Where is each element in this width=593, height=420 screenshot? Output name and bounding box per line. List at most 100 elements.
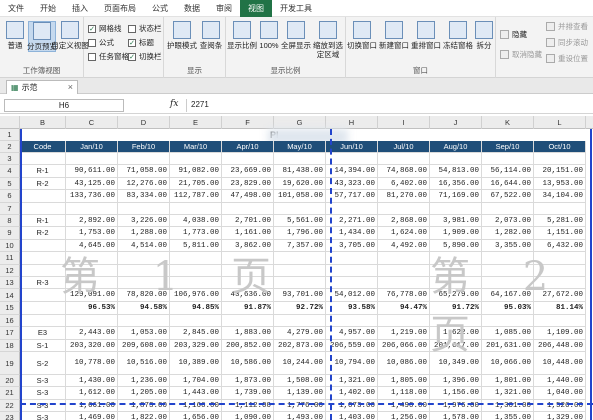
- table-cell[interactable]: 1,661.00: [66, 399, 118, 413]
- table-cell[interactable]: 92.72%: [274, 302, 326, 315]
- reading-bar-button[interactable]: 查阅条: [198, 21, 224, 50]
- table-cell[interactable]: 201,631.00: [482, 339, 534, 352]
- table-cell[interactable]: [430, 314, 482, 328]
- table-cell[interactable]: 1,622.00: [430, 327, 482, 340]
- sync-scroll-button[interactable]: 同步滚动: [546, 37, 588, 48]
- column-header[interactable]: B: [20, 116, 66, 129]
- table-cell[interactable]: 4,038.00: [170, 215, 222, 228]
- table-cell[interactable]: 43,323.00: [326, 177, 378, 191]
- table-cell[interactable]: R-1: [20, 165, 66, 178]
- column-header[interactable]: F: [222, 116, 274, 129]
- row-header[interactable]: 20: [0, 375, 20, 388]
- column-header[interactable]: J: [430, 116, 482, 129]
- table-cell[interactable]: R-3: [20, 277, 66, 290]
- table-cell[interactable]: 3,355.00: [482, 239, 534, 253]
- table-cell[interactable]: [430, 202, 482, 215]
- table-cell[interactable]: 34,104.00: [534, 190, 586, 203]
- formula-input[interactable]: 2271: [186, 99, 590, 112]
- table-cell[interactable]: 91.72%: [430, 302, 482, 315]
- table-cell[interactable]: S-3: [20, 375, 66, 388]
- table-cell[interactable]: 112,787.00: [170, 190, 222, 203]
- table-cell[interactable]: 16,356.00: [430, 177, 482, 191]
- table-cell[interactable]: 202,873.00: [274, 339, 326, 352]
- table-cell[interactable]: 1,403.00: [326, 412, 378, 420]
- doc-tab[interactable]: ▦ 示范 ×: [6, 80, 78, 94]
- row-header[interactable]: 21: [0, 387, 20, 400]
- reset-position-button[interactable]: 重设位置: [546, 53, 588, 64]
- table-cell[interactable]: [170, 277, 222, 290]
- table-cell[interactable]: 1,166.00: [170, 399, 222, 413]
- table-cell[interactable]: 1,883.00: [222, 327, 274, 340]
- unhide-button[interactable]: 取消隐藏: [500, 49, 542, 60]
- table-cell[interactable]: 1,976.00: [430, 399, 482, 413]
- statusbar-checkbox[interactable]: 状态栏: [128, 23, 162, 34]
- table-cell[interactable]: 1,873.00: [118, 399, 170, 413]
- table-cell[interactable]: 1,090.00: [222, 412, 274, 420]
- table-cell[interactable]: 1,151.00: [534, 227, 586, 240]
- table-cell[interactable]: 1,801.00: [482, 375, 534, 388]
- table-cell[interactable]: 6,402.00: [378, 177, 430, 191]
- table-cell[interactable]: 23,669.00: [222, 165, 274, 178]
- header-cell[interactable]: Sep/10: [482, 141, 534, 153]
- page-break-line[interactable]: [20, 403, 593, 405]
- table-cell[interactable]: [378, 314, 430, 328]
- table-cell[interactable]: [170, 153, 222, 166]
- row-header[interactable]: 5: [0, 177, 20, 191]
- table-cell[interactable]: [378, 202, 430, 215]
- row-header[interactable]: 15: [0, 302, 20, 315]
- hide-button[interactable]: 隐藏: [500, 29, 527, 40]
- table-cell[interactable]: [222, 264, 274, 277]
- table-cell[interactable]: 1,085.00: [482, 327, 534, 340]
- column-header[interactable]: C: [66, 116, 118, 129]
- table-cell[interactable]: 1,796.00: [274, 227, 326, 240]
- name-box[interactable]: H6: [4, 99, 124, 112]
- fullscreen-button[interactable]: 全屏显示: [281, 21, 311, 50]
- side-by-side-button[interactable]: 并排查看: [546, 21, 588, 32]
- table-cell[interactable]: 14,394.00: [326, 165, 378, 178]
- table-cell[interactable]: [326, 202, 378, 215]
- table-cell[interactable]: 1,739.00: [222, 387, 274, 400]
- table-cell[interactable]: S-3: [20, 399, 66, 413]
- table-cell[interactable]: 13,953.00: [534, 177, 586, 191]
- table-cell[interactable]: [118, 277, 170, 290]
- switch-window-button[interactable]: 切换窗口: [347, 21, 377, 50]
- column-header[interactable]: L: [534, 116, 586, 129]
- table-cell[interactable]: [20, 289, 66, 303]
- table-cell[interactable]: 10,389.00: [170, 352, 222, 375]
- column-header[interactable]: H: [326, 116, 378, 129]
- table-cell[interactable]: 6,432.00: [534, 239, 586, 253]
- row-header[interactable]: 1: [0, 129, 20, 141]
- table-cell[interactable]: 20,151.00: [534, 165, 586, 178]
- row-header[interactable]: 22: [0, 399, 20, 413]
- table-cell[interactable]: 71,058.00: [118, 165, 170, 178]
- table-cell[interactable]: 1,490.00: [378, 399, 430, 413]
- table-cell[interactable]: 93.58%: [326, 302, 378, 315]
- table-cell[interactable]: 10,516.00: [118, 352, 170, 375]
- table-cell[interactable]: 106,976.00: [170, 289, 222, 303]
- table-cell[interactable]: 1,434.00: [326, 227, 378, 240]
- table-cell[interactable]: [118, 202, 170, 215]
- table-cell[interactable]: [222, 153, 274, 166]
- table-cell[interactable]: 129,091.00: [66, 289, 118, 303]
- menu-tab[interactable]: 插入: [64, 0, 96, 17]
- table-cell[interactable]: [274, 202, 326, 215]
- table-cell[interactable]: 7,357.00: [274, 239, 326, 253]
- table-cell[interactable]: [378, 153, 430, 166]
- gridlines-checkbox[interactable]: ✓ 网格线: [88, 23, 122, 34]
- table-cell[interactable]: S-3: [20, 412, 66, 420]
- header-cell[interactable]: Jun/10: [326, 141, 378, 153]
- menu-tab[interactable]: 页面布局: [96, 0, 144, 17]
- table-cell[interactable]: 1,704.00: [170, 375, 222, 388]
- table-cell[interactable]: [222, 252, 274, 265]
- table-cell[interactable]: [20, 302, 66, 315]
- table-cell[interactable]: 81,438.00: [274, 165, 326, 178]
- table-cell[interactable]: [482, 277, 534, 290]
- table-cell[interactable]: [326, 252, 378, 265]
- table-cell[interactable]: 56,114.00: [482, 165, 534, 178]
- table-cell[interactable]: [118, 314, 170, 328]
- table-cell[interactable]: 10,244.00: [274, 352, 326, 375]
- table-cell[interactable]: 10,586.00: [222, 352, 274, 375]
- tab-bar-checkbox[interactable]: ✓ 切换栏: [128, 51, 162, 62]
- menu-tab[interactable]: 开始: [32, 0, 64, 17]
- table-cell[interactable]: 1,805.00: [378, 375, 430, 388]
